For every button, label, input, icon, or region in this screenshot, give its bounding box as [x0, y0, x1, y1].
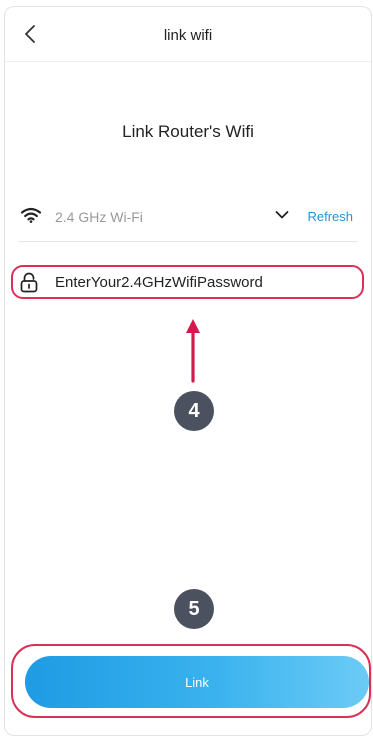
chevron-down-icon[interactable]: [275, 210, 289, 220]
section-heading: Link Router's Wifi: [122, 122, 254, 141]
wifi-select-row[interactable]: 2.4 GHz Wi-Fi Refresh: [19, 197, 357, 242]
password-field[interactable]: EnterYour2.4GHzWifiPassword: [11, 265, 364, 299]
refresh-link[interactable]: Refresh: [307, 209, 353, 224]
wifi-network-name: 2.4 GHz Wi-Fi: [55, 209, 143, 225]
step-badge-4: 4: [174, 391, 214, 431]
lock-open-icon: [20, 272, 38, 293]
wifi-icon: [21, 207, 41, 223]
header-bar: link wifi: [5, 7, 371, 62]
arrow-up-annotation: [186, 319, 200, 383]
password-input[interactable]: EnterYour2.4GHzWifiPassword: [55, 274, 263, 291]
step-badge-5: 5: [174, 589, 214, 629]
link-button[interactable]: Link: [25, 656, 369, 708]
page-title: link wifi: [163, 27, 213, 44]
app-frame: link wifi Link Router's Wifi 2.4 GHz Wi-…: [4, 6, 372, 736]
